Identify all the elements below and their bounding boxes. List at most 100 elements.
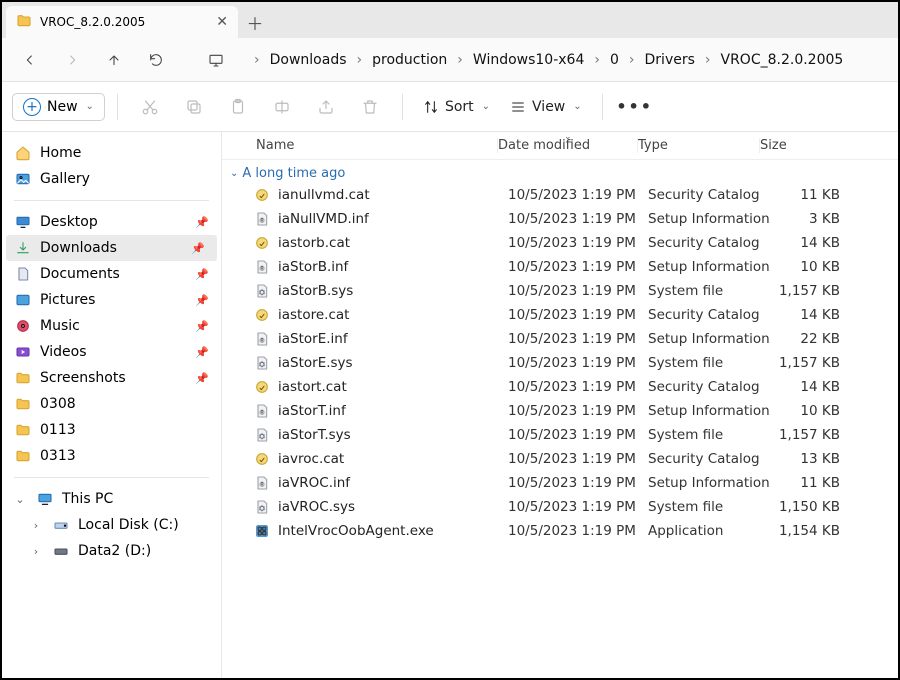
file-row[interactable]: iaStorE.inf10/5/2023 1:19 PMSetup Inform… [222, 327, 898, 351]
view-button[interactable]: View ⌄ [502, 95, 590, 119]
rename-button[interactable] [262, 89, 302, 125]
file-name: iaStorT.inf [272, 403, 508, 419]
breadcrumb-item[interactable]: VROC_8.2.0.2005 [719, 50, 846, 70]
pin-icon: 📌 [195, 216, 209, 229]
file-name: iaVROC.inf [272, 475, 508, 491]
sidebar-item-drive-c[interactable]: › Local Disk (C:) [2, 512, 221, 538]
sidebar-item-home[interactable]: Home [2, 140, 221, 166]
file-type: Application [648, 523, 770, 539]
pc-icon [36, 491, 54, 507]
tab-current[interactable]: VROC_8.2.0.2005 ✕ [6, 6, 238, 38]
delete-button[interactable] [350, 89, 390, 125]
file-name: iaVROC.sys [272, 499, 508, 515]
file-row[interactable]: iavroc.cat10/5/2023 1:19 PMSecurity Cata… [222, 447, 898, 471]
chevron-down-icon[interactable]: ⌄ [14, 493, 26, 506]
file-type: Setup Information [648, 211, 770, 227]
file-row[interactable]: iaStorE.sys10/5/2023 1:19 PMSystem file1… [222, 351, 898, 375]
pin-icon: 📌 [195, 346, 209, 359]
sidebar-item-downloads[interactable]: Downloads 📌 [6, 235, 217, 261]
file-type: Setup Information [648, 403, 770, 419]
file-name: iavroc.cat [272, 451, 508, 467]
file-size: 11 KB [770, 475, 840, 491]
sidebar-item-folder[interactable]: 0308 [2, 391, 221, 417]
sidebar-item-label: Data2 (D:) [78, 543, 151, 559]
more-button[interactable]: ••• [615, 89, 655, 125]
file-row[interactable]: iaVROC.sys10/5/2023 1:19 PMSystem file1,… [222, 495, 898, 519]
back-button[interactable] [12, 42, 48, 78]
sidebar-item-gallery[interactable]: Gallery [2, 166, 221, 192]
column-name[interactable]: Name [242, 138, 498, 153]
breadcrumb-item[interactable]: Windows10-x64 [471, 50, 586, 70]
file-row[interactable]: iastore.cat10/5/2023 1:19 PMSecurity Cat… [222, 303, 898, 327]
column-date[interactable]: Date modified⌄ [498, 138, 638, 153]
file-size: 1,157 KB [770, 427, 840, 443]
new-button[interactable]: + New ⌄ [12, 93, 105, 121]
chevron-down-icon: ⌄ [573, 101, 581, 112]
breadcrumb-item[interactable]: Drivers [643, 50, 697, 70]
forward-button[interactable] [54, 42, 90, 78]
sidebar-item-thispc[interactable]: ⌄ This PC [2, 486, 221, 512]
file-icon [252, 259, 272, 275]
group-header[interactable]: ⌄ A long time ago [222, 160, 898, 183]
up-button[interactable] [96, 42, 132, 78]
drive-icon [52, 543, 70, 559]
file-size: 14 KB [770, 235, 840, 251]
file-name: iastorb.cat [272, 235, 508, 251]
breadcrumb-item[interactable]: production [370, 50, 449, 70]
file-type: Setup Information [648, 331, 770, 347]
breadcrumb-item[interactable]: Downloads [268, 50, 349, 70]
sort-button[interactable]: Sort ⌄ [415, 95, 498, 119]
music-icon [14, 318, 32, 334]
file-row[interactable]: iaStorB.inf10/5/2023 1:19 PMSetup Inform… [222, 255, 898, 279]
sidebar-item-music[interactable]: Music 📌 [2, 313, 221, 339]
column-size[interactable]: Size [760, 138, 830, 153]
column-headers[interactable]: Name Date modified⌄ Type Size [222, 132, 898, 160]
sidebar-item-label: Music [40, 318, 80, 334]
sidebar-item-pictures[interactable]: Pictures 📌 [2, 287, 221, 313]
pin-icon: 📌 [195, 320, 209, 333]
column-type[interactable]: Type [638, 138, 760, 153]
toolbar: + New ⌄ Sort ⌄ View ⌄ ••• [2, 82, 898, 132]
file-date: 10/5/2023 1:19 PM [508, 187, 648, 203]
sidebar-item-screenshots[interactable]: Screenshots 📌 [2, 365, 221, 391]
file-size: 22 KB [770, 331, 840, 347]
file-size: 1,157 KB [770, 283, 840, 299]
separator [14, 200, 209, 201]
file-date: 10/5/2023 1:19 PM [508, 355, 648, 371]
monitor-icon[interactable] [198, 42, 234, 78]
breadcrumb[interactable]: › Downloads › production › Windows10-x64… [250, 50, 845, 70]
sidebar-item-documents[interactable]: Documents 📌 [2, 261, 221, 287]
gallery-icon [14, 171, 32, 187]
sidebar-item-desktop[interactable]: Desktop 📌 [2, 209, 221, 235]
file-row[interactable]: iaNullVMD.inf10/5/2023 1:19 PMSetup Info… [222, 207, 898, 231]
copy-button[interactable] [174, 89, 214, 125]
tab-title: VROC_8.2.0.2005 [40, 15, 208, 29]
breadcrumb-item[interactable]: 0 [608, 50, 621, 70]
sidebar-item-drive-d[interactable]: › Data2 (D:) [2, 538, 221, 564]
folder-icon [16, 13, 32, 32]
new-tab-button[interactable]: ＋ [238, 6, 272, 38]
chevron-right-icon[interactable]: › [30, 519, 42, 532]
sidebar-item-label: Downloads [40, 240, 117, 256]
refresh-button[interactable] [138, 42, 174, 78]
share-button[interactable] [306, 89, 346, 125]
paste-button[interactable] [218, 89, 258, 125]
file-row[interactable]: iastorb.cat10/5/2023 1:19 PMSecurity Cat… [222, 231, 898, 255]
file-row[interactable]: ianullvmd.cat10/5/2023 1:19 PMSecurity C… [222, 183, 898, 207]
tab-close-icon[interactable]: ✕ [216, 14, 228, 30]
file-date: 10/5/2023 1:19 PM [508, 331, 648, 347]
sidebar-item-folder[interactable]: 0113 [2, 417, 221, 443]
file-row[interactable]: IntelVrocOobAgent.exe10/5/2023 1:19 PMAp… [222, 519, 898, 543]
sidebar-item-folder[interactable]: 0313 [2, 443, 221, 469]
chevron-right-icon[interactable]: › [30, 545, 42, 558]
sidebar-item-videos[interactable]: Videos 📌 [2, 339, 221, 365]
file-row[interactable]: iastort.cat10/5/2023 1:19 PMSecurity Cat… [222, 375, 898, 399]
file-row[interactable]: iaVROC.inf10/5/2023 1:19 PMSetup Informa… [222, 471, 898, 495]
file-row[interactable]: iaStorB.sys10/5/2023 1:19 PMSystem file1… [222, 279, 898, 303]
file-row[interactable]: iaStorT.sys10/5/2023 1:19 PMSystem file1… [222, 423, 898, 447]
file-row[interactable]: iaStorT.inf10/5/2023 1:19 PMSetup Inform… [222, 399, 898, 423]
file-type: Security Catalog [648, 307, 770, 323]
cut-button[interactable] [130, 89, 170, 125]
file-size: 13 KB [770, 451, 840, 467]
separator [14, 477, 209, 478]
